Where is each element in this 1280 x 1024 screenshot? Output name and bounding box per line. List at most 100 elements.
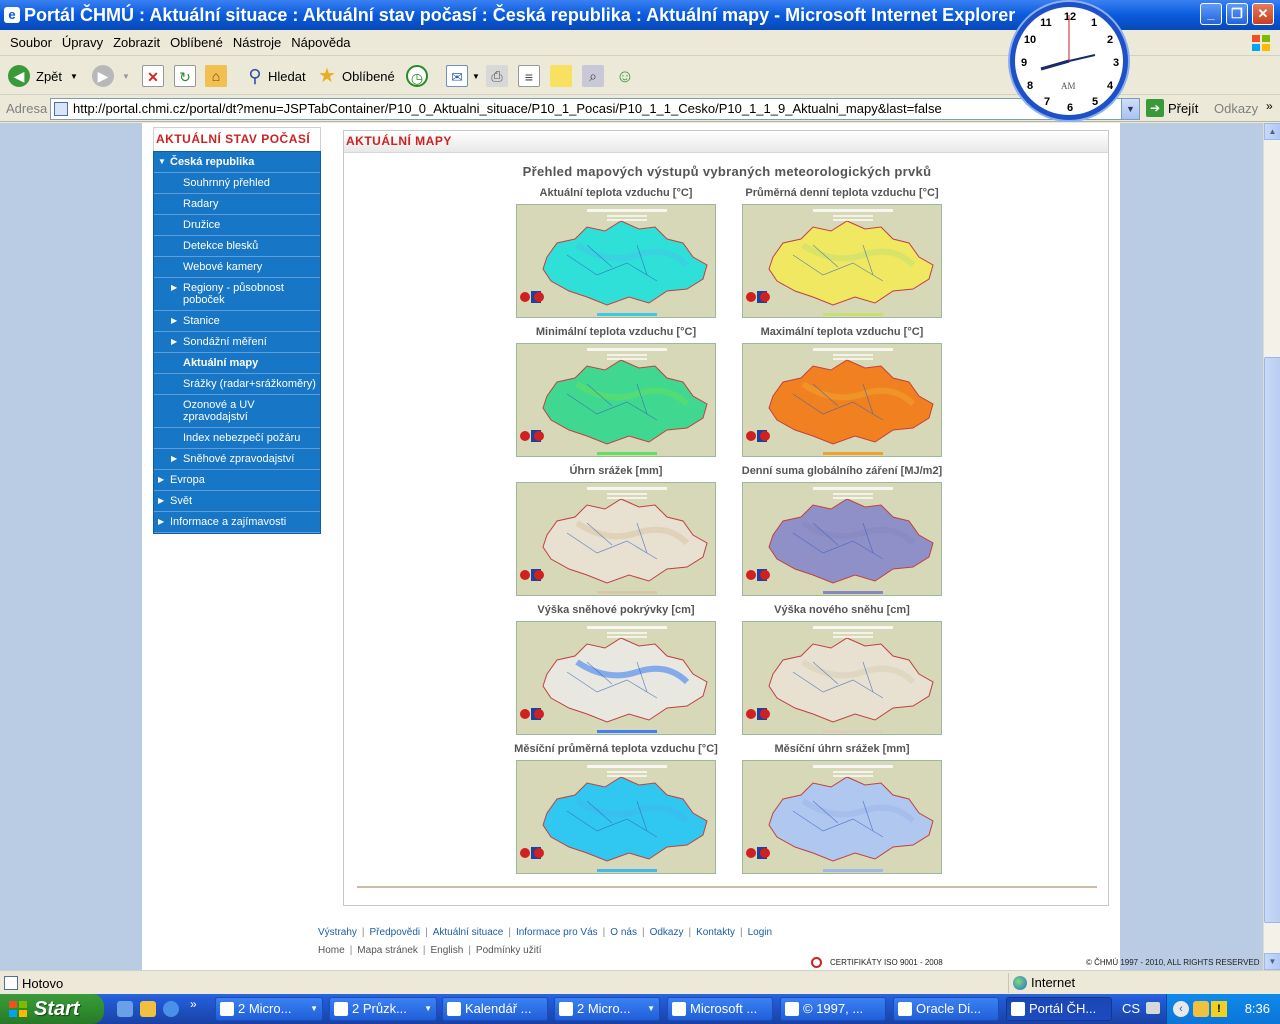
taskbar-button[interactable]: Kalendář ... — [442, 997, 548, 1021]
chevron-right-icon[interactable]: » — [190, 997, 197, 1011]
map-thumbnail[interactable] — [516, 621, 716, 735]
nav-item[interactable]: ▶ Sondážní měření — [154, 332, 320, 353]
nav-item[interactable]: Souhrnný přehled — [154, 173, 320, 194]
stop-button[interactable]: ✕ — [142, 63, 164, 89]
menu-edit[interactable]: Úpravy — [58, 30, 109, 56]
refresh-button[interactable]: ↻ — [174, 63, 196, 89]
footer-link[interactable]: Login — [748, 927, 772, 938]
keyboard-icon[interactable] — [1146, 1002, 1160, 1014]
quicklaunch-desktop-icon[interactable] — [117, 1001, 133, 1017]
map-thumbnail[interactable] — [742, 621, 942, 735]
taskbar-button[interactable]: 2 Micro... ▼ — [215, 997, 323, 1021]
map-thumbnail[interactable] — [742, 482, 942, 596]
chevron-right-icon[interactable]: » — [1266, 99, 1273, 113]
research-button[interactable]: ⌕ — [582, 63, 604, 89]
minimize-button[interactable]: _ — [1200, 3, 1222, 25]
nav-item-label: Radary — [183, 198, 219, 210]
footer-link[interactable]: Výstrahy — [318, 927, 357, 938]
mail-button[interactable]: ✉ ▼ — [446, 63, 480, 89]
taskbar-button[interactable]: Microsoft ... — [667, 997, 773, 1021]
address-dropdown-icon[interactable]: ▼ — [1121, 99, 1139, 119]
search-label: Hledat — [268, 68, 306, 84]
tray-arrow-icon[interactable]: ‹ — [1173, 1001, 1189, 1017]
nav-item[interactable]: Srážky (radar+srážkoměry) — [154, 374, 320, 395]
clock-hands — [1040, 15, 1096, 71]
links-label[interactable]: Odkazy — [1214, 101, 1258, 116]
print-button[interactable]: ⎙ — [486, 63, 508, 89]
footer-link[interactable]: Kontakty — [696, 927, 735, 938]
footer-link[interactable]: Předpovědi — [370, 927, 421, 938]
start-button[interactable]: Start — [0, 994, 104, 1024]
scroll-thumb[interactable] — [1264, 357, 1280, 923]
map-title: Průměrná denní teplota vzduchu [°C] — [745, 187, 939, 199]
nav-item[interactable]: Aktuální mapy — [154, 353, 320, 374]
back-button[interactable]: ◀ Zpět ▼ — [8, 63, 78, 89]
status-bar: Hotovo Internet — [0, 970, 1280, 994]
quicklaunch-ie-icon[interactable] — [163, 1001, 179, 1017]
nav-item[interactable]: ▶ Evropa — [154, 470, 320, 491]
menu-file[interactable]: Soubor — [6, 30, 58, 56]
footer-link[interactable]: Home — [318, 945, 345, 956]
map-thumbnail[interactable] — [516, 482, 716, 596]
footer-link[interactable]: Mapa stránek — [357, 945, 418, 956]
nav-item[interactable]: Index nebezpečí požáru — [154, 428, 320, 449]
language-indicator[interactable]: CS — [1122, 1001, 1140, 1016]
menu-help[interactable]: Nápověda — [287, 30, 356, 56]
nav-item[interactable]: Družice — [154, 215, 320, 236]
dropdown-icon[interactable]: ▼ — [70, 72, 78, 81]
maximize-button[interactable]: ❐ — [1226, 3, 1248, 25]
edit-button[interactable]: ≡ — [518, 63, 540, 89]
messenger-button[interactable]: ☺ — [614, 63, 636, 89]
quicklaunch-clock-icon[interactable] — [140, 1001, 156, 1017]
tray-clock[interactable]: 8:36 — [1245, 1001, 1270, 1016]
home-button[interactable]: ⌂ — [205, 63, 227, 89]
favorites-button[interactable]: ★ Oblíbené — [316, 63, 395, 89]
nav-item[interactable]: ▶ Regiony - působnost poboček — [154, 278, 320, 311]
warning-icon[interactable]: ! — [1211, 1001, 1227, 1017]
discuss-button[interactable] — [550, 63, 572, 89]
search-button[interactable]: ⚲ Hledat — [244, 63, 306, 89]
nav-item[interactable]: ▶ Stanice — [154, 311, 320, 332]
menu-view[interactable]: Zobrazit — [109, 30, 166, 56]
taskbar-button[interactable]: Portál ČH... — [1006, 997, 1112, 1021]
go-button[interactable]: ➔ Přejít — [1146, 99, 1198, 117]
footer-link[interactable]: Odkazy — [650, 927, 684, 938]
scroll-down-button[interactable]: ▼ — [1264, 953, 1280, 970]
map-thumbnail[interactable] — [742, 204, 942, 318]
history-button[interactable]: ◷ — [406, 63, 428, 89]
map-thumbnail[interactable] — [516, 760, 716, 874]
taskbar-button[interactable]: 2 Micro... ▼ — [554, 997, 660, 1021]
taskbar-button[interactable]: Oracle Di... — [893, 997, 999, 1021]
footer-link[interactable]: Aktuální situace — [433, 927, 504, 938]
windows-logo-icon — [1252, 35, 1270, 51]
footer-link[interactable]: Podmínky užití — [476, 945, 542, 956]
map-thumbnail[interactable] — [516, 204, 716, 318]
dropdown-icon[interactable]: ▼ — [122, 72, 130, 81]
menu-favorites[interactable]: Oblíbené — [166, 30, 229, 56]
address-input[interactable]: http://portal.chmi.cz/portal/dt?menu=JSP… — [50, 98, 1140, 120]
dropdown-icon[interactable]: ▼ — [472, 72, 480, 81]
map-thumbnail[interactable] — [742, 760, 942, 874]
vertical-scrollbar[interactable]: ▲ ▼ — [1263, 123, 1280, 970]
taskbar-button[interactable]: 2 Průzk... ▼ — [329, 997, 437, 1021]
footer-link[interactable]: Informace pro Vás — [516, 927, 598, 938]
map-thumbnail[interactable] — [742, 343, 942, 457]
nav-item[interactable]: Detekce blesků — [154, 236, 320, 257]
menu-tools[interactable]: Nástroje — [229, 30, 287, 56]
close-button[interactable]: ✕ — [1252, 3, 1274, 25]
tray-clock-icon[interactable] — [1193, 1001, 1209, 1017]
nav-item[interactable]: Radary — [154, 194, 320, 215]
map-thumbnail[interactable] — [516, 343, 716, 457]
nav-item[interactable]: Ozonové a UV zpravodajství — [154, 395, 320, 428]
nav-item[interactable]: Webové kamery — [154, 257, 320, 278]
footer-link[interactable]: O nás — [610, 927, 637, 938]
scroll-up-button[interactable]: ▲ — [1264, 123, 1280, 140]
nav-item[interactable]: ▶ Sněhové zpravodajství — [154, 449, 320, 470]
forward-button[interactable]: ▶ ▼ — [92, 63, 130, 89]
nav-item[interactable]: ▶ Informace a zajímavosti — [154, 512, 320, 533]
footer-link[interactable]: English — [431, 945, 464, 956]
nav-item[interactable]: ▼ Česká republika — [154, 152, 320, 173]
nav-item[interactable]: ▶ Svět — [154, 491, 320, 512]
print-icon: ⎙ — [486, 65, 508, 87]
taskbar-button[interactable]: © 1997, ... — [780, 997, 886, 1021]
